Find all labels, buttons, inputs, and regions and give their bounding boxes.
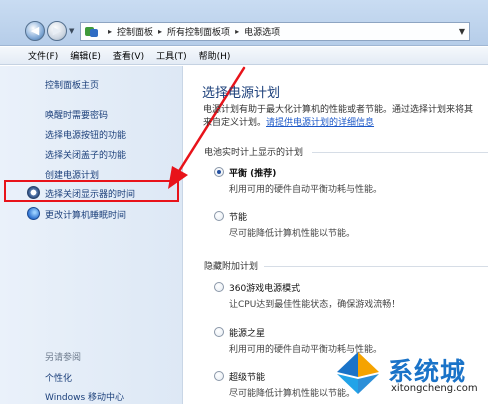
plan-balanced-name[interactable]: 平衡 (推荐)	[229, 166, 276, 179]
address-dropdown-icon[interactable]: ▼	[459, 27, 465, 36]
plan-power-saver-desc: 尽可能降低计算机性能以节能。	[229, 229, 356, 239]
control-panel-home-link[interactable]: 控制面板主页	[45, 78, 99, 91]
plan-super-saver-radio[interactable]	[214, 371, 224, 381]
link-require-password[interactable]: 唤醒时需要密码	[45, 108, 108, 121]
plan-360-game-desc: 让CPU达到最佳性能状态，确保游戏流畅！	[229, 300, 401, 310]
menu-tools[interactable]: 工具(T)	[156, 49, 187, 62]
breadcrumb-control-panel[interactable]: 控制面板	[117, 25, 153, 38]
breadcrumb-power-options[interactable]: 电源选项	[244, 25, 280, 38]
description-line-1: 电源计划有助于最大化计算机的性能或者节能。通过选择计划来将其	[203, 105, 474, 115]
menu-view[interactable]: 查看(V)	[113, 49, 144, 62]
hidden-plans-heading[interactable]: 隐藏附加计划	[204, 259, 258, 272]
battery-plans-heading: 电池实时计上显示的计划	[204, 148, 304, 158]
plan-power-saver-name[interactable]: 节能	[229, 210, 247, 223]
description-line-2: 来自定义计划。	[203, 118, 267, 128]
plan-balanced-desc: 利用可用的硬件自动平衡功耗与性能。	[229, 185, 383, 195]
recent-pages-dropdown[interactable]: ▼	[69, 27, 74, 35]
watermark-logo-icon	[337, 352, 379, 394]
link-mobility-center[interactable]: Windows 移动中心	[45, 390, 124, 403]
plan-super-saver-name[interactable]: 超级节能	[229, 370, 265, 383]
see-also-heading: 另请参阅	[45, 353, 82, 363]
menu-file[interactable]: 文件(F)	[28, 49, 58, 62]
chevron-right-icon: ▸	[158, 27, 163, 36]
back-button[interactable]: ◀	[25, 21, 45, 41]
control-panel-icon	[85, 26, 99, 38]
menu-edit[interactable]: 编辑(E)	[70, 49, 101, 62]
menu-bar: 文件(F) 编辑(E) 查看(V) 工具(T) 帮助(H)	[0, 47, 488, 65]
plan-360-game-radio[interactable]	[214, 282, 224, 292]
link-personalization[interactable]: 个性化	[45, 371, 72, 384]
forward-button[interactable]: ▶	[47, 21, 67, 41]
highlight-box	[4, 180, 179, 202]
menu-help[interactable]: 帮助(H)	[199, 49, 231, 62]
page-title: 选择电源计划	[202, 86, 281, 101]
link-power-button[interactable]: 选择电源按钮的功能	[45, 128, 126, 141]
title-bar: ◀ ▶ ▼ ▸ 控制面板 ▸ 所有控制面板项 ▸ 电源选项 ▼	[0, 0, 488, 46]
chevron-right-icon: ▸	[235, 27, 240, 36]
plan-balanced-radio[interactable]	[214, 167, 224, 177]
link-sleep-time[interactable]: 更改计算机睡眠时间	[45, 208, 126, 221]
section-divider	[264, 266, 488, 267]
watermark-url: xitongcheng.com	[391, 383, 478, 394]
plan-energy-star-name[interactable]: 能源之星	[229, 326, 265, 339]
breadcrumb-all-items[interactable]: 所有控制面板项	[167, 25, 230, 38]
sleep-moon-icon	[27, 207, 40, 220]
address-bar[interactable]: ▸ 控制面板 ▸ 所有控制面板项 ▸ 电源选项 ▼	[80, 22, 470, 41]
plan-power-saver-radio[interactable]	[214, 211, 224, 221]
plan-energy-star-radio[interactable]	[214, 327, 224, 337]
plan-details-link[interactable]: 请提供电源计划的详细信息	[266, 118, 374, 128]
page-description: 电源计划有助于最大化计算机的性能或者节能。通过选择计划来将其 来自定义计划。请提…	[203, 104, 488, 130]
section-divider	[312, 152, 488, 153]
chevron-right-icon: ▸	[108, 27, 113, 36]
link-lid-close[interactable]: 选择关闭盖子的功能	[45, 148, 126, 161]
plan-360-game-name[interactable]: 360游戏电源模式	[229, 281, 300, 294]
